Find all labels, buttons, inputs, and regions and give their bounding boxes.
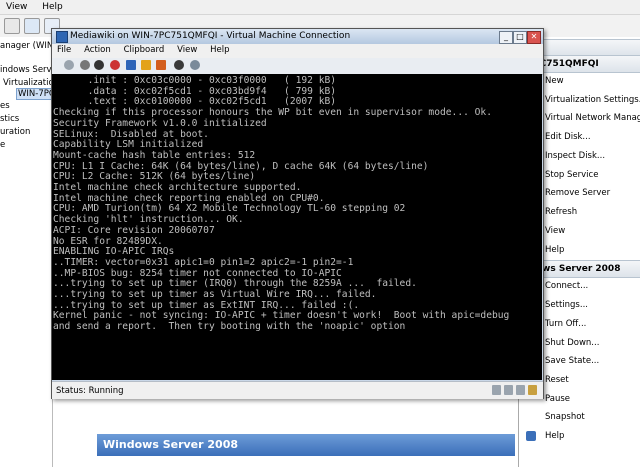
mouse-icon bbox=[504, 385, 513, 395]
ctrl-alt-del-icon[interactable] bbox=[64, 60, 74, 70]
folder-icon bbox=[528, 385, 537, 395]
console-line: ACPI: Core revision 20060707 bbox=[53, 224, 215, 236]
vm-window-title: Mediawiki on WIN-7PC751QMFQI - Virtual M… bbox=[70, 31, 351, 41]
turn-off-icon[interactable] bbox=[94, 60, 104, 70]
console-output: .init : 0xc03c0000 - 0xc03f0000 ( 192 kB… bbox=[53, 75, 509, 333]
vm-connection-window: Mediawiki on WIN-7PC751QMFQI - Virtual M… bbox=[51, 28, 544, 399]
shut-down-icon[interactable] bbox=[110, 60, 120, 70]
tree-item-e[interactable]: e bbox=[0, 140, 5, 150]
lock-icon bbox=[516, 385, 525, 395]
host-menu-help[interactable]: Help bbox=[36, 0, 69, 12]
vm-window-titlebar[interactable]: Mediawiki on WIN-7PC751QMFQI - Virtual M… bbox=[52, 29, 543, 44]
vm-menu-view[interactable]: View bbox=[172, 44, 202, 55]
tree-item-uration[interactable]: uration bbox=[0, 127, 30, 137]
vm-connection-icon bbox=[56, 31, 68, 43]
snapshot-icon[interactable] bbox=[174, 60, 184, 70]
vm-statusbar: Status: Running bbox=[52, 381, 543, 399]
pause-icon[interactable] bbox=[141, 60, 151, 70]
keyboard-icon bbox=[492, 385, 501, 395]
vm-menubar: File Action Clipboard View Help bbox=[52, 44, 543, 58]
maximize-button[interactable]: □ bbox=[513, 31, 527, 44]
vm-status-text: Status: Running bbox=[56, 386, 124, 396]
vm-details-title: Windows Server 2008 bbox=[103, 438, 239, 451]
vm-toolbar bbox=[52, 58, 543, 75]
reset-icon[interactable] bbox=[156, 60, 166, 70]
vm-menu-file[interactable]: File bbox=[52, 44, 76, 55]
tree-item-server-node[interactable]: WIN-7PC bbox=[16, 88, 56, 100]
vm-details-header: Windows Server 2008 bbox=[97, 434, 515, 456]
action-help-vm[interactable]: Help bbox=[519, 428, 640, 444]
vm-console-screen[interactable]: .init : 0xc03c0000 - 0xc03f0000 ( 192 kB… bbox=[52, 74, 542, 380]
vm-menu-clipboard[interactable]: Clipboard bbox=[119, 44, 170, 55]
vm-menu-help[interactable]: Help bbox=[205, 44, 234, 55]
tree-item-es[interactable]: es bbox=[0, 101, 10, 111]
help-icon bbox=[526, 431, 536, 441]
host-menubar: View Help bbox=[0, 0, 640, 15]
back-icon[interactable] bbox=[4, 18, 20, 34]
save-icon[interactable] bbox=[126, 60, 136, 70]
host-menu-view[interactable]: View bbox=[0, 0, 33, 12]
start-icon[interactable] bbox=[80, 60, 90, 70]
vm-menu-action[interactable]: Action bbox=[79, 44, 116, 55]
console-line: Security Framework v1.0.0 initialized bbox=[53, 117, 267, 129]
console-tree: anager (WIN-7 indows Server Virtualizati… bbox=[0, 37, 62, 467]
action-snapshot[interactable]: Snapshot bbox=[519, 409, 640, 425]
revert-icon[interactable] bbox=[190, 60, 200, 70]
tree-item-server-label: WIN-7PC bbox=[18, 89, 55, 99]
help-icon[interactable] bbox=[24, 18, 40, 34]
tree-item-stics[interactable]: stics bbox=[0, 114, 19, 124]
console-line: and send a report. Then try booting with… bbox=[53, 321, 406, 333]
close-button[interactable]: ✕ bbox=[527, 31, 541, 44]
minimize-button[interactable]: _ bbox=[499, 31, 513, 44]
